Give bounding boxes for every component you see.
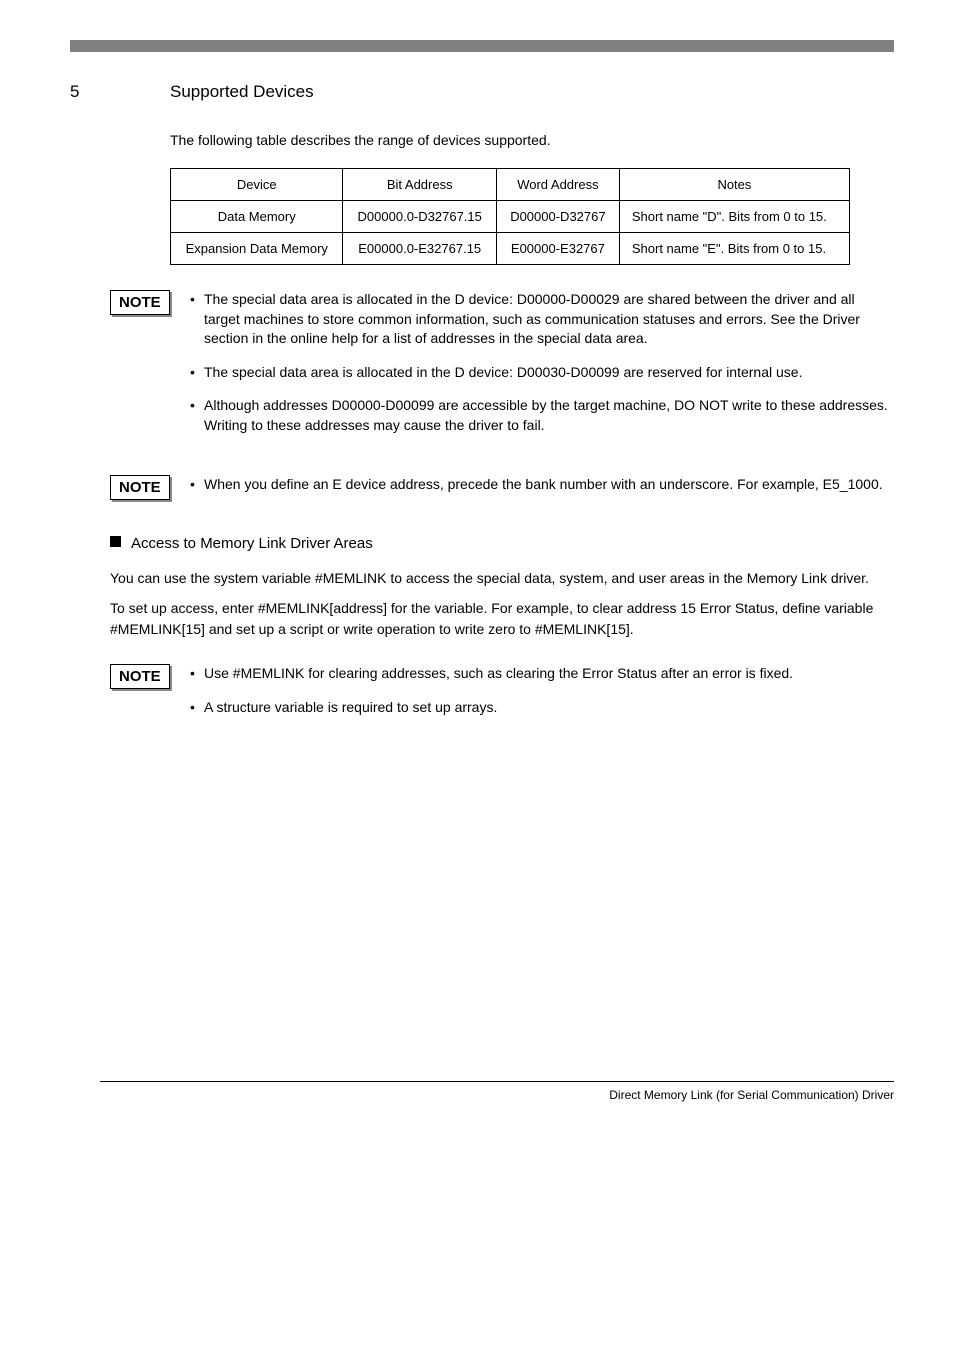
page-content: 5 Supported Devices The following table …: [0, 0, 954, 1142]
page-footer: Direct Memory Link (for Serial Communica…: [100, 1081, 894, 1102]
note-content: When you define an E device address, pre…: [190, 475, 894, 509]
subsection-memory-link: Access to Memory Link Driver Areas You c…: [110, 533, 894, 639]
square-bullet-icon: [110, 536, 121, 547]
table-row: Data Memory D00000.0-D32767.15 D00000-D3…: [171, 201, 850, 233]
header-divider-bar: [70, 40, 894, 52]
note-item: When you define an E device address, pre…: [190, 475, 894, 495]
col-header-notes: Notes: [619, 169, 849, 201]
note-block-1: NOTE The special data area is allocated …: [110, 290, 894, 450]
note-item: The special data area is allocated in th…: [190, 290, 894, 349]
note-label-icon: NOTE: [110, 290, 170, 315]
note-block-2: NOTE When you define an E device address…: [110, 475, 894, 509]
cell-word-address: D00000-D32767: [496, 201, 619, 233]
note-label-icon: NOTE: [110, 664, 170, 689]
note-item: A structure variable is required to set …: [190, 698, 894, 718]
note-content: Use #MEMLINK for clearing addresses, suc…: [190, 664, 894, 731]
section-title: Supported Devices: [170, 82, 894, 102]
cell-word-address: E00000-E32767: [496, 233, 619, 265]
subsection-title: Access to Memory Link Driver Areas: [131, 533, 373, 554]
col-header-word-address: Word Address: [496, 169, 619, 201]
cell-notes: Short name "E". Bits from 0 to 15.: [619, 233, 849, 265]
col-header-device: Device: [171, 169, 343, 201]
subsection-paragraph-2: To set up access, enter #MEMLINK[address…: [110, 598, 894, 639]
supported-devices-table: Device Bit Address Word Address Notes Da…: [170, 168, 850, 265]
note-content: The special data area is allocated in th…: [190, 290, 894, 450]
cell-notes: Short name "D". Bits from 0 to 15.: [619, 201, 849, 233]
note-item: Use #MEMLINK for clearing addresses, suc…: [190, 664, 894, 684]
note-block-3: NOTE Use #MEMLINK for clearing addresses…: [110, 664, 894, 731]
subsection-paragraph-1: You can use the system variable #MEMLINK…: [110, 568, 894, 588]
table-header-row: Device Bit Address Word Address Notes: [171, 169, 850, 201]
table-row: Expansion Data Memory E00000.0-E32767.15…: [171, 233, 850, 265]
note-label-icon: NOTE: [110, 475, 170, 500]
col-header-bit-address: Bit Address: [343, 169, 496, 201]
note-item: Although addresses D00000-D00099 are acc…: [190, 396, 894, 435]
cell-device: Expansion Data Memory: [171, 233, 343, 265]
cell-bit-address: D00000.0-D32767.15: [343, 201, 496, 233]
cell-bit-address: E00000.0-E32767.15: [343, 233, 496, 265]
section-number: 5: [70, 82, 79, 102]
cell-device: Data Memory: [171, 201, 343, 233]
intro-paragraph: The following table describes the range …: [170, 132, 894, 148]
note-item: The special data area is allocated in th…: [190, 363, 894, 383]
